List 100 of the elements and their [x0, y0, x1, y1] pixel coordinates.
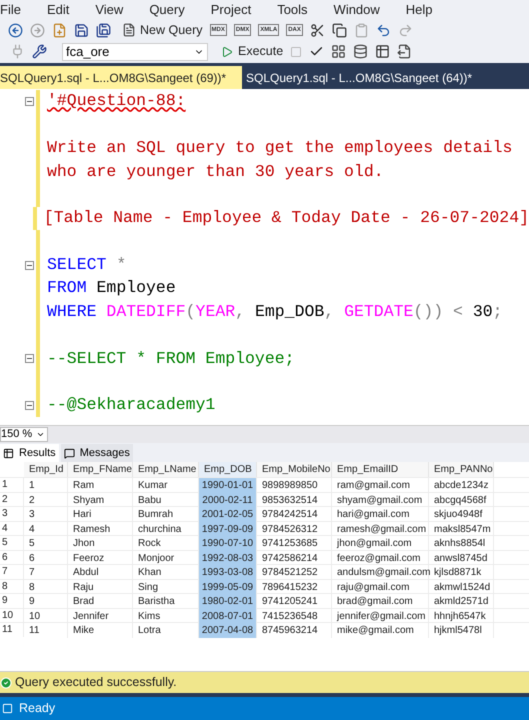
column-header[interactable]: Emp_Id	[24, 462, 68, 477]
column-header[interactable]: Emp_EmailID	[332, 462, 429, 477]
back-icon[interactable]	[8, 22, 23, 38]
table-cell[interactable]: hari@gmail.com	[332, 507, 429, 522]
table-cell[interactable]: 7	[24, 565, 68, 580]
table-cell[interactable]: 7896415232	[257, 580, 332, 594]
copy-icon[interactable]	[332, 22, 347, 38]
table-cell[interactable]: 9	[24, 594, 68, 609]
zoom-dropdown[interactable]: 150 %	[0, 427, 48, 442]
menu-item[interactable]: Project	[210, 0, 252, 20]
menu-item[interactable]: Help	[406, 0, 433, 20]
table-cell[interactable]: 9741205241	[257, 594, 332, 609]
table-cell[interactable]: Raju	[68, 580, 133, 594]
table-cell[interactable]: 1990-01-01	[199, 478, 257, 493]
table-cell[interactable]: Ram	[68, 478, 133, 493]
query-plan-icon[interactable]	[331, 44, 346, 59]
table-cell[interactable]: akmld2571d	[429, 594, 494, 609]
table-cell[interactable]: 10	[24, 608, 68, 624]
table-cell[interactable]: Hari	[68, 507, 133, 522]
grid-icon[interactable]	[375, 44, 390, 59]
table-cell[interactable]: mike@gmail.com	[332, 623, 429, 638]
document-tab[interactable]: SQLQuery1.sql - L...OM8G\Sangeet (69))*	[0, 66, 242, 89]
table-cell[interactable]: 9898989850	[257, 478, 332, 493]
code-editor[interactable]	[0, 89, 529, 425]
result-tab[interactable]: Messages	[60, 444, 133, 462]
table-cell[interactable]: 8	[24, 580, 68, 594]
new-file-icon[interactable]	[52, 22, 67, 38]
table-cell[interactable]: abcde1234z	[429, 478, 494, 493]
table-cell[interactable]: jennifer@gmail.com	[332, 608, 429, 624]
menu-item[interactable]: Edit	[46, 0, 70, 20]
column-header[interactable]: Emp_FName	[68, 462, 133, 477]
collapse-icon[interactable]	[25, 260, 34, 270]
table-cell[interactable]: abcgq4568f	[429, 492, 494, 508]
table-cell[interactable]: hhnjh6547k	[429, 608, 494, 624]
database-dropdown[interactable]: fca_ore	[62, 42, 208, 60]
table-cell[interactable]: Mike	[68, 623, 133, 638]
cut-icon[interactable]	[310, 22, 325, 38]
table-cell[interactable]: ram@gmail.com	[332, 478, 429, 493]
table-cell[interactable]: 2000-02-11	[199, 492, 257, 508]
table-cell[interactable]: 4	[24, 522, 68, 536]
table-cell[interactable]: Shyam	[68, 492, 133, 508]
table-cell[interactable]: Feeroz	[68, 550, 133, 566]
table-cell[interactable]: 9784521252	[257, 565, 332, 580]
tool-icon[interactable]	[32, 44, 47, 59]
execute-button[interactable]: Execute	[221, 42, 284, 61]
table-cell[interactable]: kjlsd8871k	[429, 565, 494, 580]
table-cell[interactable]: feeroz@gmail.com	[332, 550, 429, 566]
table-cell[interactable]: 1	[24, 478, 68, 493]
table-cell[interactable]: 5	[24, 536, 68, 551]
result-tab[interactable]: Results	[0, 444, 59, 462]
collapse-icon[interactable]	[25, 354, 34, 364]
new-query-button[interactable]: New Query	[122, 20, 203, 40]
table-cell[interactable]: aknhs8854l	[429, 536, 494, 551]
table-cell[interactable]: 2007-04-08	[199, 623, 257, 638]
table-cell[interactable]: maksl8547m	[429, 522, 494, 536]
save-icon[interactable]	[74, 22, 89, 38]
table-cell[interactable]: 1992-08-03	[199, 550, 257, 566]
database-icon[interactable]	[353, 44, 368, 59]
table-cell[interactable]: 1980-02-01	[199, 594, 257, 609]
table-cell[interactable]: shyam@gmail.com	[332, 492, 429, 508]
menu-item[interactable]: File	[0, 0, 21, 20]
table-cell[interactable]: 6	[24, 550, 68, 566]
table-cell[interactable]: 7415236548	[257, 608, 332, 624]
table-cell[interactable]: 3	[24, 507, 68, 522]
file-output-icon[interactable]	[397, 44, 412, 59]
table-cell[interactable]: 9784242514	[257, 507, 332, 522]
document-tab[interactable]: SQLQuery1.sql - L...OM8G\Sangeet (64))*	[242, 66, 472, 89]
column-header[interactable]: Emp_DOB	[199, 462, 257, 477]
table-cell[interactable]: Abdul	[68, 565, 133, 580]
table-cell[interactable]: 9853632514	[257, 492, 332, 508]
column-header[interactable]: Emp_MobileNo	[257, 462, 332, 477]
collapse-icon[interactable]	[25, 97, 34, 106]
table-cell[interactable]: 1999-05-09	[199, 580, 257, 594]
save-all-icon[interactable]	[96, 22, 111, 38]
table-cell[interactable]: 2008-07-01	[199, 608, 257, 624]
table-cell[interactable]: jhon@gmail.com	[332, 536, 429, 551]
table-cell[interactable]: 8745963214	[257, 623, 332, 638]
table-cell[interactable]: 9741253685	[257, 536, 332, 551]
menu-item[interactable]: Query	[149, 0, 185, 20]
table-cell[interactable]: 1990-07-10	[199, 536, 257, 551]
table-cell[interactable]: 9784526312	[257, 522, 332, 536]
table-cell[interactable]: Jennifer	[68, 608, 133, 624]
column-header[interactable]: Emp_LName	[133, 462, 199, 477]
collapse-icon[interactable]	[25, 401, 34, 410]
table-cell[interactable]: ramesh@gmail.com	[332, 522, 429, 536]
table-cell[interactable]: andulsm@gmail.com	[332, 565, 429, 580]
table-cell[interactable]: raju@gmail.com	[332, 580, 429, 594]
table-cell[interactable]: hjkml5478l	[429, 623, 494, 638]
table-cell[interactable]: Ramesh	[68, 522, 133, 536]
table-cell[interactable]: 9742586214	[257, 550, 332, 566]
table-cell[interactable]: 2	[24, 492, 68, 508]
table-cell[interactable]: 1993-03-08	[199, 565, 257, 580]
menu-item[interactable]: Window	[334, 0, 380, 20]
table-cell[interactable]: 1997-09-09	[199, 522, 257, 536]
table-cell[interactable]: brad@gmail.com	[332, 594, 429, 609]
menu-item[interactable]: View	[95, 0, 124, 20]
menu-item[interactable]: Tools	[277, 0, 308, 20]
table-cell[interactable]: Brad	[68, 594, 133, 609]
table-cell[interactable]: 2001-02-05	[199, 507, 257, 522]
undo-icon[interactable]	[376, 22, 391, 38]
